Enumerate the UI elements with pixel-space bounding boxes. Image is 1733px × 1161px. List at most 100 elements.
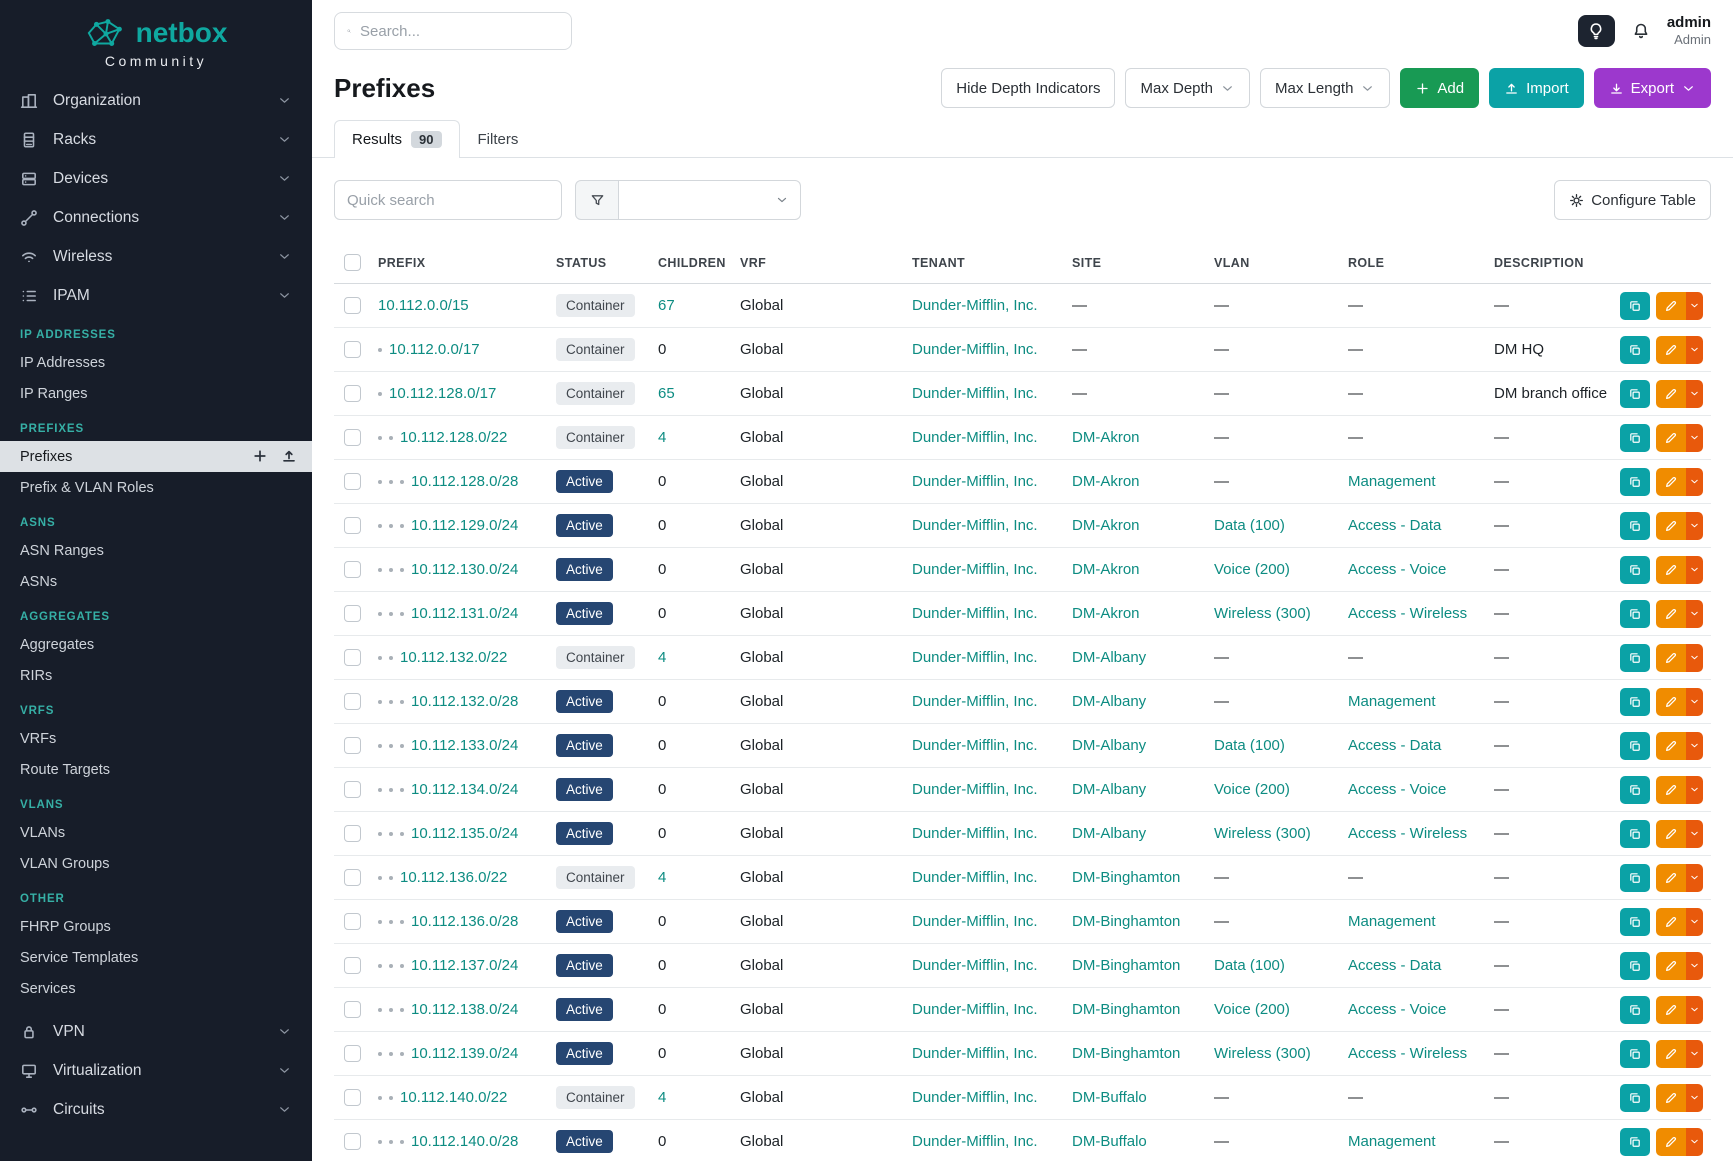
clone-button[interactable] [1620,556,1650,584]
site-link[interactable]: DM-Buffalo [1072,1133,1147,1150]
prefix-link[interactable]: 10.112.130.0/24 [411,561,518,578]
prefix-link[interactable]: 10.112.139.0/24 [411,1045,518,1062]
prefix-link[interactable]: 10.112.137.0/24 [411,957,518,974]
edit-dropdown-toggle[interactable] [1686,908,1703,936]
vlan-link[interactable]: Data (100) [1214,957,1285,974]
site-link[interactable]: DM-Buffalo [1072,1089,1147,1106]
add-button[interactable]: Add [1400,68,1479,108]
clone-button[interactable] [1620,688,1650,716]
sidebar-item-virtualization[interactable]: Virtualization [0,1051,312,1090]
clone-button[interactable] [1620,952,1650,980]
configure-table-button[interactable]: Configure Table [1554,180,1711,220]
prefix-link[interactable]: 10.112.136.0/22 [400,869,507,886]
vlan-link[interactable]: Voice (200) [1214,1001,1290,1018]
sidebar-item-ipam[interactable]: IPAM [0,276,312,315]
row-checkbox[interactable] [344,473,361,490]
role-link[interactable]: Management [1348,473,1436,490]
row-checkbox[interactable] [344,781,361,798]
tab-filters[interactable]: Filters [460,120,537,158]
edit-button[interactable] [1656,1128,1686,1156]
tenant-link[interactable]: Dunder-Mifflin, Inc. [912,561,1038,578]
prefix-link[interactable]: 10.112.0.0/17 [389,341,480,358]
filter-button[interactable] [575,180,619,220]
children-count[interactable]: 67 [658,297,675,314]
sidebar-item-services[interactable]: Services [0,973,312,1004]
children-count[interactable]: 4 [658,1089,666,1106]
row-checkbox[interactable] [344,297,361,314]
tenant-link[interactable]: Dunder-Mifflin, Inc. [912,693,1038,710]
max-length-dropdown[interactable]: Max Length [1260,68,1390,108]
clone-button[interactable] [1620,820,1650,848]
sidebar-item-route-targets[interactable]: Route Targets [0,754,312,785]
tenant-link[interactable]: Dunder-Mifflin, Inc. [912,737,1038,754]
sidebar-item-devices[interactable]: Devices [0,159,312,198]
vlan-link[interactable]: Wireless (300) [1214,605,1311,622]
prefix-link[interactable]: 10.112.0.0/15 [378,297,469,314]
sidebar-item-organization[interactable]: Organization [0,81,312,120]
role-link[interactable]: Access - Data [1348,737,1441,754]
row-checkbox[interactable] [344,693,361,710]
column-header-status[interactable]: STATUS [548,244,650,284]
tenant-link[interactable]: Dunder-Mifflin, Inc. [912,429,1038,446]
tenant-link[interactable]: Dunder-Mifflin, Inc. [912,473,1038,490]
prefix-link[interactable]: 10.112.135.0/24 [411,825,518,842]
prefix-link[interactable]: 10.112.138.0/24 [411,1001,518,1018]
site-link[interactable]: DM-Akron [1072,605,1140,622]
edit-dropdown-toggle[interactable] [1686,952,1703,980]
edit-button[interactable] [1656,952,1686,980]
tenant-link[interactable]: Dunder-Mifflin, Inc. [912,1089,1038,1106]
quick-import-button[interactable] [281,448,298,465]
vlan-link[interactable]: Data (100) [1214,737,1285,754]
prefix-link[interactable]: 10.112.129.0/24 [411,517,518,534]
clone-button[interactable] [1620,908,1650,936]
children-count[interactable]: 65 [658,385,675,402]
tenant-link[interactable]: Dunder-Mifflin, Inc. [912,649,1038,666]
row-checkbox[interactable] [344,913,361,930]
site-link[interactable]: DM-Binghamton [1072,1001,1180,1018]
site-link[interactable]: DM-Albany [1072,649,1146,666]
quick-add-button[interactable] [252,448,269,465]
prefix-link[interactable]: 10.112.136.0/28 [411,913,518,930]
column-header-role[interactable]: ROLE [1340,244,1486,284]
vlan-link[interactable]: Voice (200) [1214,561,1290,578]
row-checkbox[interactable] [344,561,361,578]
prefix-link[interactable]: 10.112.140.0/22 [400,1089,507,1106]
edit-button[interactable] [1656,732,1686,760]
edit-button[interactable] [1656,1040,1686,1068]
edit-button[interactable] [1656,688,1686,716]
tenant-link[interactable]: Dunder-Mifflin, Inc. [912,517,1038,534]
site-link[interactable]: DM-Binghamton [1072,913,1180,930]
sidebar-item-asns[interactable]: ASNs [0,566,312,597]
clone-button[interactable] [1620,1128,1650,1156]
tenant-link[interactable]: Dunder-Mifflin, Inc. [912,869,1038,886]
edit-button[interactable] [1656,468,1686,496]
children-count[interactable]: 4 [658,429,666,446]
site-link[interactable]: DM-Akron [1072,517,1140,534]
clone-button[interactable] [1620,380,1650,408]
column-header-site[interactable]: SITE [1064,244,1206,284]
clone-button[interactable] [1620,292,1650,320]
clone-button[interactable] [1620,864,1650,892]
role-link[interactable]: Management [1348,693,1436,710]
row-checkbox[interactable] [344,1045,361,1062]
edit-button[interactable] [1656,556,1686,584]
row-checkbox[interactable] [344,1133,361,1150]
edit-button[interactable] [1656,864,1686,892]
site-link[interactable]: DM-Binghamton [1072,869,1180,886]
clone-button[interactable] [1620,776,1650,804]
site-link[interactable]: DM-Albany [1072,825,1146,842]
edit-dropdown-toggle[interactable] [1686,292,1703,320]
clone-button[interactable] [1620,1040,1650,1068]
site-link[interactable]: DM-Akron [1072,473,1140,490]
column-header-description[interactable]: DESCRIPTION [1486,244,1607,284]
row-checkbox[interactable] [344,385,361,402]
prefix-link[interactable]: 10.112.134.0/24 [411,781,518,798]
role-link[interactable]: Access - Voice [1348,1001,1446,1018]
edit-button[interactable] [1656,292,1686,320]
row-checkbox[interactable] [344,605,361,622]
saved-filter-select[interactable] [619,180,801,220]
site-link[interactable]: DM-Binghamton [1072,1045,1180,1062]
clone-button[interactable] [1620,424,1650,452]
sidebar-item-vlans[interactable]: VLANs [0,817,312,848]
edit-dropdown-toggle[interactable] [1686,556,1703,584]
